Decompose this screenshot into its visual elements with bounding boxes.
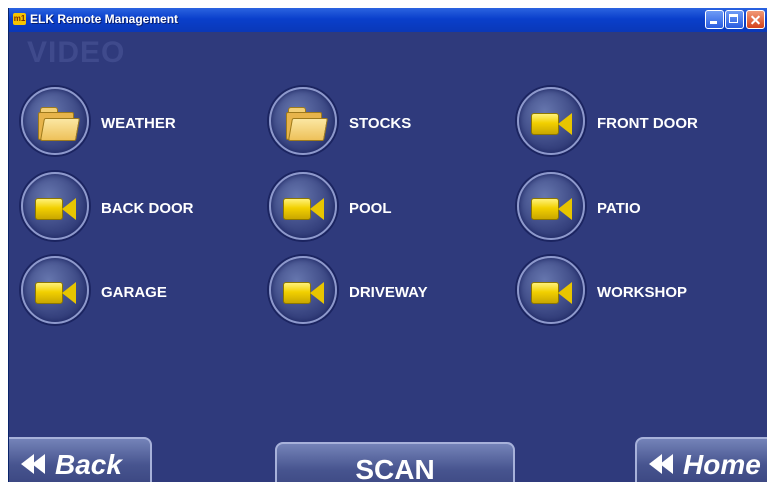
camera-icon	[35, 198, 77, 220]
tile-label: GARAGE	[101, 284, 167, 301]
tile-stocks[interactable]: STOCKS	[269, 87, 489, 157]
tile-button[interactable]	[517, 172, 585, 240]
tile-button[interactable]	[517, 87, 585, 155]
window-title: ELK Remote Management	[30, 12, 179, 26]
back-button-label: Back	[55, 449, 122, 480]
back-button[interactable]: Back	[9, 437, 152, 482]
tile-button[interactable]	[269, 256, 337, 324]
camera-icon	[531, 282, 573, 304]
tile-label: WEATHER	[101, 115, 176, 132]
tile-button[interactable]	[517, 256, 585, 324]
tile-label: STOCKS	[349, 115, 412, 132]
title-bar[interactable]: m1 ELK Remote Management	[9, 8, 767, 32]
tile-front-door[interactable]: FRONT DOOR	[517, 87, 737, 157]
maximize-button[interactable]	[725, 10, 744, 29]
tile-label: DRIVEWAY	[349, 284, 428, 301]
rewind-icon	[649, 453, 675, 474]
app-window: m1 ELK Remote Management VIDEO WEATHER S…	[8, 8, 767, 482]
tile-label: BACK DOOR	[101, 200, 194, 217]
camera-icon	[283, 198, 325, 220]
app-logo-icon: m1	[13, 13, 26, 25]
tile-button[interactable]	[21, 256, 89, 324]
rewind-icon	[21, 453, 47, 474]
close-button[interactable]	[746, 10, 765, 29]
camera-icon	[531, 198, 573, 220]
tile-driveway[interactable]: DRIVEWAY	[269, 256, 489, 326]
tile-back-door[interactable]: BACK DOOR	[21, 172, 241, 242]
tile-patio[interactable]: PATIO	[517, 172, 737, 242]
camera-icon	[283, 282, 325, 304]
home-button[interactable]: Home	[635, 437, 767, 482]
page-title: VIDEO	[27, 36, 126, 69]
tile-button[interactable]	[21, 172, 89, 240]
main-content: VIDEO WEATHER STOCKS FRONT DOOR BACK DOO…	[9, 32, 767, 482]
folder-icon	[286, 107, 329, 141]
tile-label: FRONT DOOR	[597, 115, 698, 132]
folder-icon	[38, 107, 81, 141]
tile-button[interactable]	[269, 172, 337, 240]
tile-label: PATIO	[597, 200, 641, 217]
tile-pool[interactable]: POOL	[269, 172, 489, 242]
tile-button[interactable]	[269, 87, 337, 155]
tile-garage[interactable]: GARAGE	[21, 256, 241, 326]
minimize-button[interactable]	[705, 10, 724, 29]
tile-label: POOL	[349, 200, 392, 217]
tile-workshop[interactable]: WORKSHOP	[517, 256, 737, 326]
scan-button-label: SCAN	[355, 454, 435, 482]
tile-label: WORKSHOP	[597, 284, 687, 301]
tile-weather[interactable]: WEATHER	[21, 87, 241, 157]
tile-button[interactable]	[21, 87, 89, 155]
scan-button[interactable]: SCAN	[275, 442, 515, 482]
home-button-label: Home	[683, 449, 761, 480]
camera-icon	[531, 113, 573, 135]
camera-icon	[35, 282, 77, 304]
